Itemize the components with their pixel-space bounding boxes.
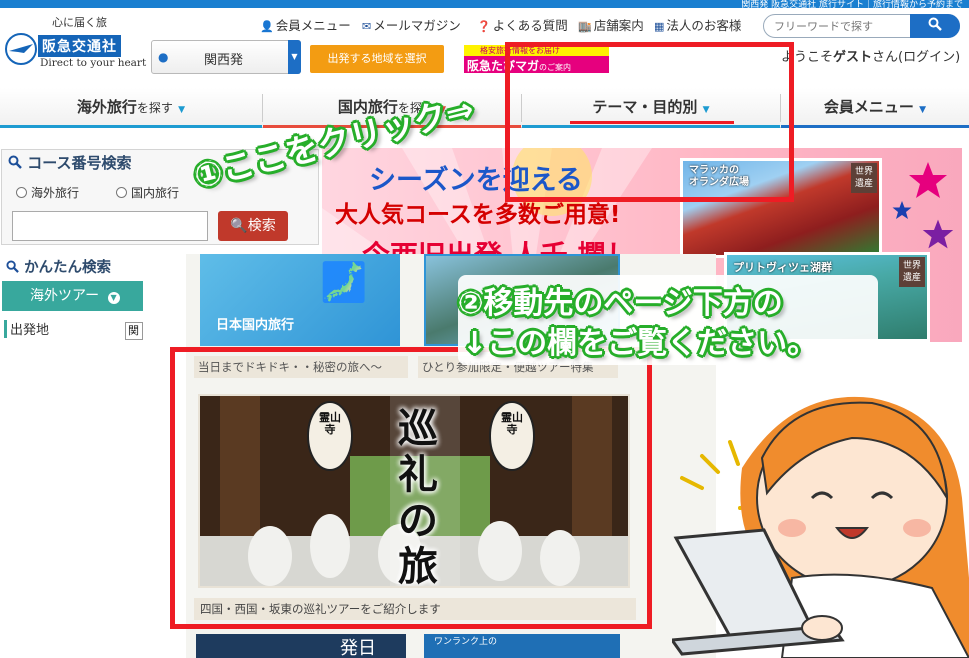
utility-link-label: 法人のお客様 xyxy=(666,18,742,33)
annotation-step2-line1: ②移動先のページ下方の xyxy=(458,286,783,321)
radio-domestic[interactable]: 国内旅行 xyxy=(116,184,179,201)
star-icon xyxy=(909,162,947,198)
select-region-button[interactable]: 出発する地域を選択 xyxy=(310,45,444,73)
bottom-tile-right[interactable]: ワンランク上の xyxy=(424,634,620,658)
main-nav: 海外旅行を探す ▼ 国内旅行を探す ▼ テーマ・目的別 ▼ 会員メニュー ▼ xyxy=(0,88,969,128)
nav-underline xyxy=(0,125,262,128)
store-icon: 🏬 xyxy=(578,20,592,33)
search-button[interactable] xyxy=(910,14,960,38)
triangle-down-icon: ▼ xyxy=(919,105,927,115)
radio-circle xyxy=(16,187,27,198)
logo-tagline: 心に届く旅 xyxy=(52,16,107,29)
utility-link-label: 店舗案内 xyxy=(593,18,644,33)
nav-label: 海外旅行 xyxy=(76,98,137,116)
nav-member-menu[interactable]: 会員メニュー ▼ xyxy=(781,88,969,128)
photo-plitvice-label: プリトヴィツェ湖群 xyxy=(733,261,832,274)
world-heritage-badge: 世界遺産 xyxy=(851,163,877,193)
easy-search-title-text: かんたん検索 xyxy=(24,260,112,276)
welcome-user: ゲスト xyxy=(833,50,873,65)
course-number-input[interactable] xyxy=(12,211,208,241)
utility-link-label: 会員メニュー xyxy=(275,18,351,33)
annotation-box-theme-menu xyxy=(505,42,794,202)
course-search-button[interactable]: 🔍検索 xyxy=(218,211,288,241)
search-icon xyxy=(8,155,22,169)
utility-link-faq[interactable]: ❓ よくある質問 xyxy=(477,15,568,34)
radio-overseas[interactable]: 海外旅行 xyxy=(16,184,79,201)
utility-link-label: よくある質問 xyxy=(492,18,568,33)
utility-link-corporate[interactable]: ▦ 法人のお客様 xyxy=(654,15,741,34)
radio-label: 国内旅行 xyxy=(131,186,180,200)
course-search-title-text: コース番号検索 xyxy=(27,154,132,172)
world-heritage-badge: 世界遺産 xyxy=(899,257,925,287)
building-icon: ▦ xyxy=(654,20,665,33)
domestic-travel-tile[interactable]: 🗾 日本国内旅行 xyxy=(200,254,400,346)
mail-icon: ✉ xyxy=(362,20,372,33)
overseas-tour-tab[interactable]: 海外ツアー ▼ xyxy=(2,281,143,311)
bottom-tile-left[interactable]: 発日 xyxy=(196,634,406,658)
annotation-step2-line2: ↓この欄をご覧ください。 xyxy=(462,326,818,361)
logo-mark-icon[interactable] xyxy=(4,32,38,66)
nav-label-suffix: を探す xyxy=(136,101,173,115)
region-selected-value: 関西発 xyxy=(204,53,244,68)
question-icon: ❓ xyxy=(477,20,491,33)
top-strip: 関西発 阪急交通社 旅行サイト｜旅行情報から予約まで xyxy=(0,0,969,10)
tab-label: 海外ツアー xyxy=(30,288,100,304)
chevron-down-circle-icon: ▼ xyxy=(107,292,120,304)
logo-subtitle: Direct to your heart xyxy=(40,57,147,69)
search-icon: 🔍 xyxy=(230,218,248,234)
course-search-button-label: 検索 xyxy=(247,218,276,234)
utility-link-mailmag[interactable]: ✉ メールマガジン xyxy=(362,15,461,34)
top-strip-text: 関西発 阪急交通社 旅行サイト｜旅行情報から予約まで xyxy=(741,0,963,10)
annotation-box-pilgrimage xyxy=(170,347,652,629)
domestic-travel-tile-label: 日本国内旅行 xyxy=(216,318,295,333)
easy-search-title: かんたん検索 xyxy=(6,256,111,277)
person-icon: 👤 xyxy=(260,20,274,33)
utility-link-member[interactable]: 👤 会員メニュー xyxy=(260,15,351,34)
nav-underline xyxy=(781,125,969,128)
triangle-down-icon: ▼ xyxy=(178,105,186,115)
girl-with-laptop-illustration xyxy=(672,396,969,658)
radio-circle xyxy=(116,187,127,198)
welcome-message[interactable]: ようこそゲストさん(ログイン) xyxy=(781,46,960,65)
map-pin-icon: ● xyxy=(158,50,169,64)
search-icon xyxy=(928,17,942,31)
course-search-title: コース番号検索 xyxy=(8,152,132,173)
region-select[interactable]: ● 関西発 ▼ xyxy=(151,40,301,74)
japan-map-icon: 🗾 xyxy=(320,260,368,304)
login-link[interactable]: さん(ログイン) xyxy=(872,50,960,65)
search-input[interactable] xyxy=(774,18,914,34)
departure-select[interactable]: 関 xyxy=(125,322,143,340)
radio-label: 海外旅行 xyxy=(31,186,80,200)
star-icon xyxy=(922,219,954,249)
star-icon xyxy=(892,201,912,219)
logo-name[interactable]: 阪急交通社 xyxy=(38,35,121,57)
nav-overseas-travel[interactable]: 海外旅行を探す ▼ xyxy=(0,88,262,128)
nav-label: 会員メニュー xyxy=(823,98,914,116)
chevron-down-icon[interactable]: ▼ xyxy=(288,40,301,74)
search-icon xyxy=(6,260,19,273)
utility-link-label: メールマガジン xyxy=(373,18,461,33)
utility-link-stores[interactable]: 🏬 店舗案内 xyxy=(578,15,644,34)
departure-label: 出発地 xyxy=(3,319,49,338)
